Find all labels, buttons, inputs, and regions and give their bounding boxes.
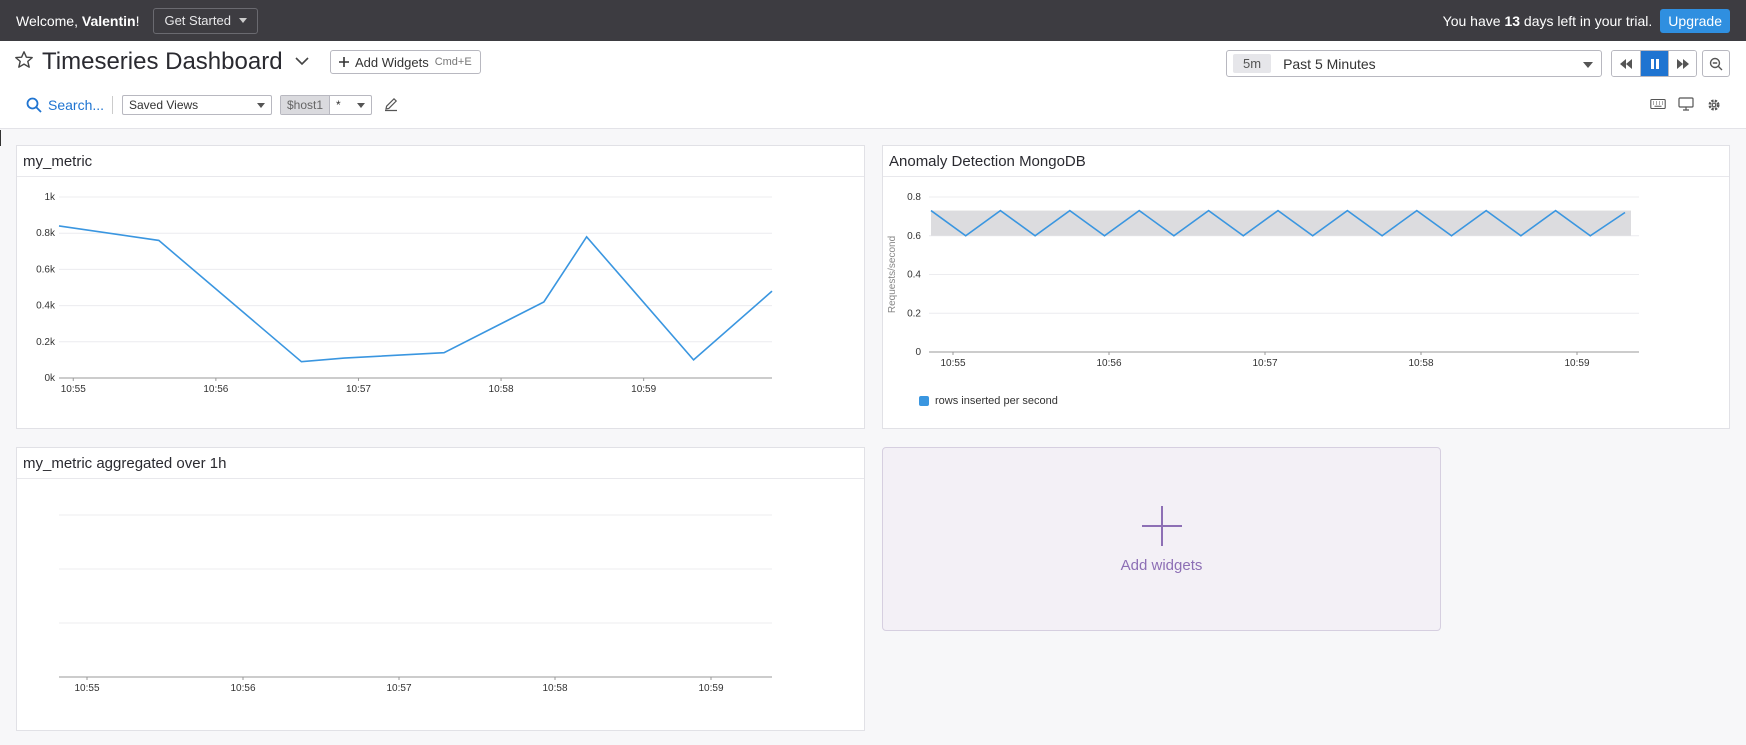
rewind-icon <box>1620 58 1632 69</box>
get-started-dropdown[interactable]: Get Started <box>153 7 258 34</box>
divider <box>112 96 113 114</box>
fast-forward-button[interactable] <box>1668 51 1696 76</box>
header-tools <box>1650 97 1722 113</box>
y-tick-label: 0.6k <box>36 264 56 275</box>
widget-anomaly-detection[interactable]: Anomaly Detection MongoDB 0 0.2 0.4 0.6 0.8 R… <box>882 145 1730 429</box>
rewind-button[interactable] <box>1612 51 1640 76</box>
legend-swatch <box>919 396 929 406</box>
x-tick-label: 10:58 <box>542 683 567 694</box>
y-tick-label: 0.4k <box>36 301 56 312</box>
widget-title: my_metric <box>17 146 864 177</box>
y-tick-label: 1k <box>44 192 56 203</box>
y-tick-label: 0.8 <box>907 192 921 203</box>
trial-suffix: days left in your trial. <box>1520 12 1653 29</box>
x-tick-label: 10:56 <box>203 384 228 395</box>
time-range-select[interactable]: 5m Past 5 Minutes <box>1226 50 1602 77</box>
x-tick-label: 10:55 <box>74 683 99 694</box>
my-metric-chart: 0k 0.2k 0.4k 0.6k 0.8k 1k 10:55 10:56 10:57 10:58… <box>36 192 773 395</box>
add-widgets-label: Add widgets <box>1120 556 1203 574</box>
trial-notice: You have 13 days left in your trial. <box>1443 13 1653 29</box>
caret-down-icon <box>357 103 365 108</box>
gear-icon[interactable] <box>1706 97 1722 113</box>
x-tick-label: 10:55 <box>940 358 965 369</box>
caret-down-icon <box>1583 62 1593 68</box>
x-tick-label: 10:59 <box>631 384 656 395</box>
saved-views-select[interactable]: Saved Views <box>122 95 272 115</box>
y-tick-label: 0.2k <box>36 337 56 348</box>
pencil-icon[interactable] <box>383 96 399 112</box>
saved-views-label: Saved Views <box>129 98 199 112</box>
welcome-prefix: Welcome, <box>16 12 82 29</box>
welcome-message: Welcome, Valentin! <box>16 13 139 29</box>
x-tick-label: 10:56 <box>230 683 255 694</box>
y-tick-label: 0k <box>44 373 56 384</box>
x-tick-label: 10:59 <box>1564 358 1589 369</box>
y-tick-label: 0 <box>915 347 921 358</box>
playback-controls <box>1611 50 1697 77</box>
text-cursor <box>0 130 1 146</box>
x-tick-label: 10:58 <box>1408 358 1433 369</box>
template-variable-select[interactable]: $host1 * <box>280 95 372 115</box>
widget-title: my_metric aggregated over 1h <box>17 448 864 479</box>
x-tick-label: 10:57 <box>386 683 411 694</box>
upgrade-button[interactable]: Upgrade <box>1660 8 1730 33</box>
search-label: Search... <box>48 97 105 113</box>
anomaly-detection-chart: 0 0.2 0.4 0.6 0.8 Requests/second 10:55 10:56 10… <box>887 192 1639 369</box>
add-widgets-button[interactable]: Add Widgets Cmd+E <box>330 50 481 74</box>
y-tick-label: 0.4 <box>907 270 921 281</box>
chart-legend[interactable]: rows inserted per second <box>919 395 1058 407</box>
welcome-suffix: ! <box>135 12 140 29</box>
user-name: Valentin <box>81 12 136 29</box>
pause-icon <box>1650 58 1659 69</box>
template-variable-value: * <box>336 98 341 112</box>
keyboard-shortcut: Cmd+E <box>434 56 472 68</box>
x-tick-label: 10:59 <box>698 683 723 694</box>
add-widgets-label: Add Widgets <box>355 54 429 70</box>
monitor-icon[interactable] <box>1678 97 1694 111</box>
widget-title: Anomaly Detection MongoDB <box>883 146 1729 177</box>
plus-icon <box>339 57 349 67</box>
zoom-out-button[interactable] <box>1702 50 1730 77</box>
keyboard-icon[interactable] <box>1650 97 1666 111</box>
page-title: Timeseries Dashboard <box>42 48 283 75</box>
pause-button[interactable] <box>1640 51 1668 76</box>
x-tick-label: 10:56 <box>1096 358 1121 369</box>
plus-icon <box>1141 505 1182 546</box>
y-axis-label: Requests/second <box>887 236 898 313</box>
trial-days: 13 <box>1504 12 1521 29</box>
time-range-label: Past 5 Minutes <box>1283 55 1376 72</box>
search-icon <box>26 97 42 113</box>
y-tick-label: 0.6 <box>907 231 921 242</box>
top-bar: Welcome, Valentin! Get Started You have … <box>0 0 1746 41</box>
x-tick-label: 10:57 <box>1252 358 1277 369</box>
trial-prefix: You have <box>1442 12 1505 29</box>
caret-down-icon <box>257 103 265 108</box>
star-icon[interactable] <box>14 50 34 70</box>
fast-forward-icon <box>1676 58 1689 69</box>
chevron-down-icon[interactable] <box>294 55 310 67</box>
widget-my-metric-aggregated[interactable]: my_metric aggregated over 1h 10:55 10:56 1… <box>16 447 865 731</box>
zoom-out-icon <box>1709 57 1723 70</box>
template-variable-name: $host1 <box>281 96 331 114</box>
caret-down-icon <box>238 18 247 23</box>
y-tick-label: 0.8k <box>36 228 56 239</box>
get-started-label: Get Started <box>164 13 231 28</box>
widget-my-metric[interactable]: my_metric 0k 0.2k 0.4k 0.6k 0.8k 1k 10:55 10:56… <box>16 145 865 429</box>
y-tick-label: 0.2 <box>907 308 921 319</box>
time-range-chip: 5m <box>1233 54 1272 73</box>
x-tick-label: 10:55 <box>61 384 86 395</box>
search-button[interactable]: Search... <box>26 97 104 113</box>
my-metric-aggregated-chart: 10:55 10:56 10:57 10:58 10:59 <box>59 514 772 694</box>
x-tick-label: 10:57 <box>346 384 371 395</box>
add-widgets-card[interactable]: Add widgets <box>882 447 1441 631</box>
x-tick-label: 10:58 <box>489 384 514 395</box>
legend-label: rows inserted per second <box>935 395 1058 407</box>
